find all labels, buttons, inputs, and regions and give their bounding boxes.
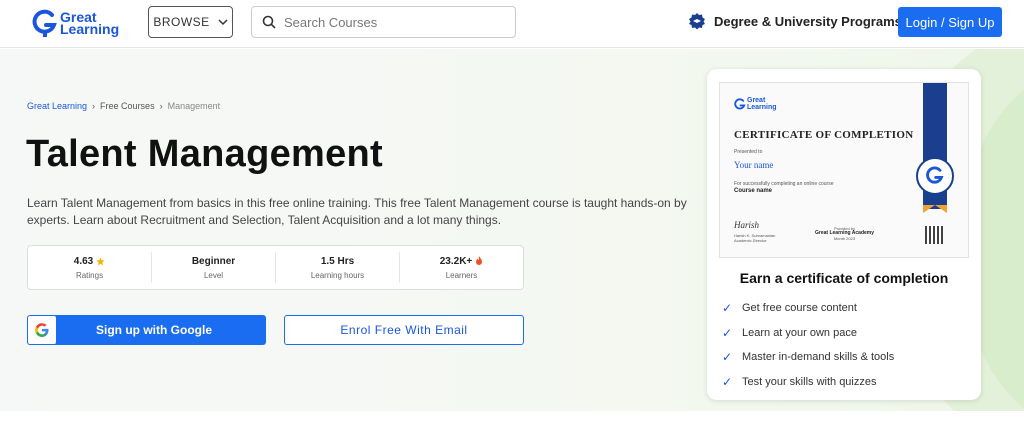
check-icon: ✓ (722, 374, 733, 389)
page-title: Talent Management (26, 133, 384, 175)
stat-label: Ratings (75, 270, 104, 280)
perk-text: Test your skills with quizzes (742, 375, 877, 388)
degree-badge-icon (689, 13, 705, 30)
list-item: ✓ Get free course content (722, 296, 894, 321)
search-bar[interactable] (251, 6, 516, 38)
list-item: ✓ Test your skills with quizzes (722, 370, 894, 395)
stat-value: 23.2K+ (439, 255, 473, 267)
certificate-logo-line2: Learning (747, 104, 777, 111)
course-hero: Great Learning › Free Courses › Manageme… (0, 49, 1024, 411)
list-item: ✓ Master in-demand skills & tools (722, 345, 894, 370)
stat-level: Beginner Level (152, 252, 276, 283)
list-item: ✓ Learn at your own pace (722, 321, 894, 346)
certificate-logo-line1: Great (747, 97, 766, 104)
browse-label: BROWSE (153, 15, 210, 29)
certificate-perks-list: ✓ Get free course content ✓ Learn at you… (722, 296, 894, 394)
course-stats: 4.63 Ratings Beginner Level 1.5 Hrs Lear… (27, 245, 524, 290)
g-logo-icon (734, 97, 746, 109)
certificate-ribbon-tip (923, 205, 947, 213)
certificate-heading: CERTIFICATE OF COMPLETION (734, 129, 914, 141)
stat-ratings: 4.63 Ratings (28, 252, 152, 283)
certificate-preview: Great Learning CERTIFICATE OF COMPLETION… (719, 82, 969, 258)
perk-text: Master in-demand skills & tools (742, 351, 895, 364)
breadcrumb: Great Learning › Free Courses › Manageme… (27, 101, 220, 111)
search-icon (262, 15, 276, 29)
stat-label: Learning hours (310, 270, 365, 280)
signup-google-label: Sign up with Google (96, 323, 212, 337)
stat-value: 4.63 (73, 255, 94, 267)
course-description: Learn Talent Management from basics in t… (27, 196, 687, 227)
check-icon: ✓ (722, 301, 733, 316)
enrol-email-button[interactable]: Enrol Free With Email (284, 315, 524, 345)
stat-value: 1.5 Hrs (320, 255, 355, 267)
check-icon: ✓ (722, 325, 733, 340)
qr-code-icon (925, 226, 943, 244)
star-icon (96, 256, 105, 265)
certificate-course-name: Course name (734, 188, 773, 194)
certificate-seal-icon (916, 157, 954, 195)
browse-dropdown[interactable]: BROWSE (148, 6, 233, 38)
chevron-down-icon (218, 18, 228, 25)
stat-learning-hours: 1.5 Hrs Learning hours (276, 252, 400, 283)
perk-text: Get free course content (742, 302, 857, 315)
perk-text: Learn at your own pace (742, 326, 857, 339)
certificate-recipient: Your name (734, 160, 774, 170)
great-learning-logo[interactable]: Great Learning (32, 8, 132, 38)
certificate-date: Month 2023 (833, 236, 856, 241)
search-input[interactable] (284, 14, 494, 30)
stat-learners: 23.2K+ Learners (400, 252, 523, 283)
g-logo-icon (32, 9, 57, 37)
logo-text-line2: Learning (60, 21, 120, 37)
signup-google-button[interactable]: Sign up with Google (27, 315, 266, 345)
signature-image: Harish (734, 220, 760, 230)
breadcrumb-item-free-courses[interactable]: Free Courses (100, 101, 155, 111)
breadcrumb-separator-icon: › (92, 101, 96, 111)
certificate-card: Great Learning CERTIFICATE OF COMPLETION… (707, 69, 981, 400)
check-icon: ✓ (722, 350, 733, 365)
login-signup-button[interactable]: Login / Sign Up (898, 7, 1002, 37)
certificate-logo: Great Learning (734, 97, 777, 111)
breadcrumb-item-current: Management (167, 101, 221, 111)
certificate-card-title: Earn a certificate of completion (739, 270, 949, 286)
degree-programs-link[interactable]: Degree & University Programs (688, 12, 902, 30)
certificate-signer-role: Academic Director (734, 238, 767, 243)
top-navbar: Great Learning BROWSE Degree & Universit… (0, 0, 1024, 48)
degree-programs-label: Degree & University Programs (714, 13, 902, 29)
stat-label: Learners (445, 270, 478, 280)
certificate-for-text: For successfully completing an online co… (734, 181, 834, 187)
google-icon (35, 323, 49, 337)
certificate-presented-to: Presented to (734, 149, 763, 155)
fire-icon (476, 256, 483, 265)
stat-value: Beginner (191, 255, 236, 267)
breadcrumb-item-great-learning[interactable]: Great Learning (27, 101, 87, 111)
stat-label: Level (203, 270, 224, 280)
breadcrumb-separator-icon: › (159, 101, 163, 111)
